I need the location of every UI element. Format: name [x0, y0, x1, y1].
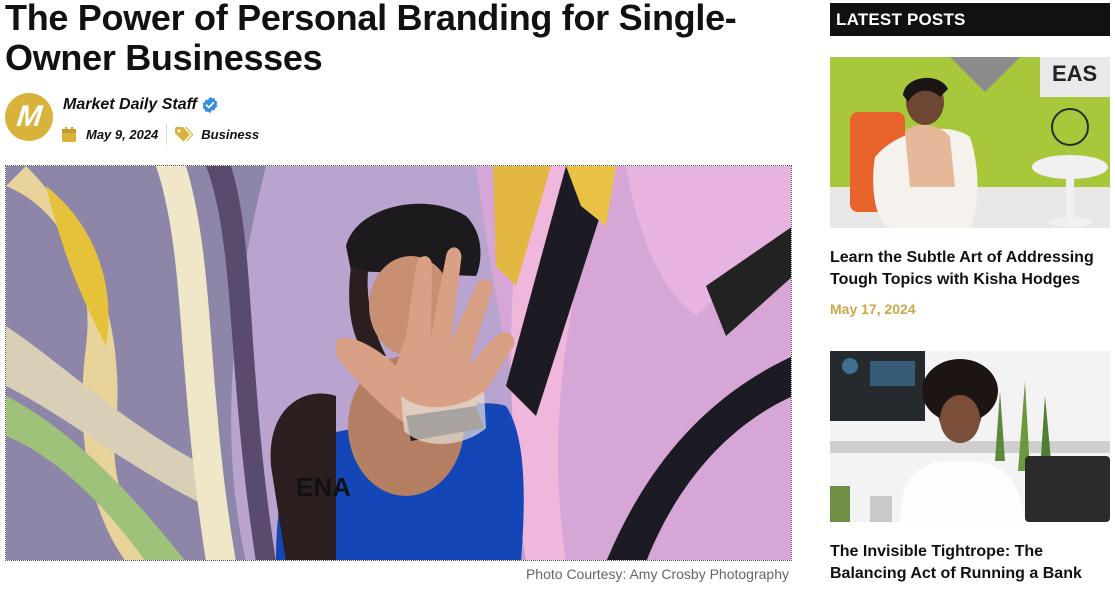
calendar-icon [62, 126, 76, 142]
author-avatar[interactable]: M [5, 93, 53, 141]
post-date: May 17, 2024 [830, 301, 916, 317]
post-thumbnail-illustration [830, 351, 1110, 522]
date-category-row: May 9, 2024 Business [62, 123, 259, 145]
article-main: The Power of Personal Branding for Singl… [5, 0, 792, 582]
sidebar-post[interactable]: EAS Learn the Subtle Art of Addressing T… [830, 57, 1110, 317]
publish-date: May 9, 2024 [86, 126, 159, 142]
hero-illustration: ENA [6, 166, 791, 560]
article-meta: M Market Daily Staff May 9, 2024 Busines… [5, 92, 405, 146]
avatar-letter: M [14, 100, 44, 133]
author-name-link[interactable]: Market Daily Staff [63, 96, 197, 114]
tag-icon [175, 126, 194, 141]
category-link[interactable]: Business [201, 127, 259, 142]
sidebar-post[interactable]: The Invisible Tightrope: The Balancing A… [830, 351, 1110, 585]
svg-text:EAS: EAS [1052, 61, 1097, 86]
verified-badge-icon [202, 96, 218, 114]
latest-posts-heading: LATEST POSTS [830, 3, 1110, 36]
svg-text:ENA: ENA [296, 472, 351, 502]
post-title-link[interactable]: The Invisible Tightrope: The Balancing A… [830, 541, 1110, 585]
meta-divider [166, 123, 168, 145]
author-name-row: Market Daily Staff [63, 96, 219, 114]
post-thumbnail-illustration: EAS [830, 57, 1110, 228]
post-thumbnail[interactable] [830, 351, 1110, 522]
image-caption: Photo Courtesy: Amy Crosby Photography [525, 566, 789, 582]
article-title: The Power of Personal Branding for Singl… [5, 0, 737, 78]
post-thumbnail[interactable]: EAS [830, 57, 1110, 228]
post-title-link[interactable]: Learn the Subtle Art of Addressing Tough… [830, 247, 1110, 291]
hero-image: ENA [5, 165, 792, 561]
